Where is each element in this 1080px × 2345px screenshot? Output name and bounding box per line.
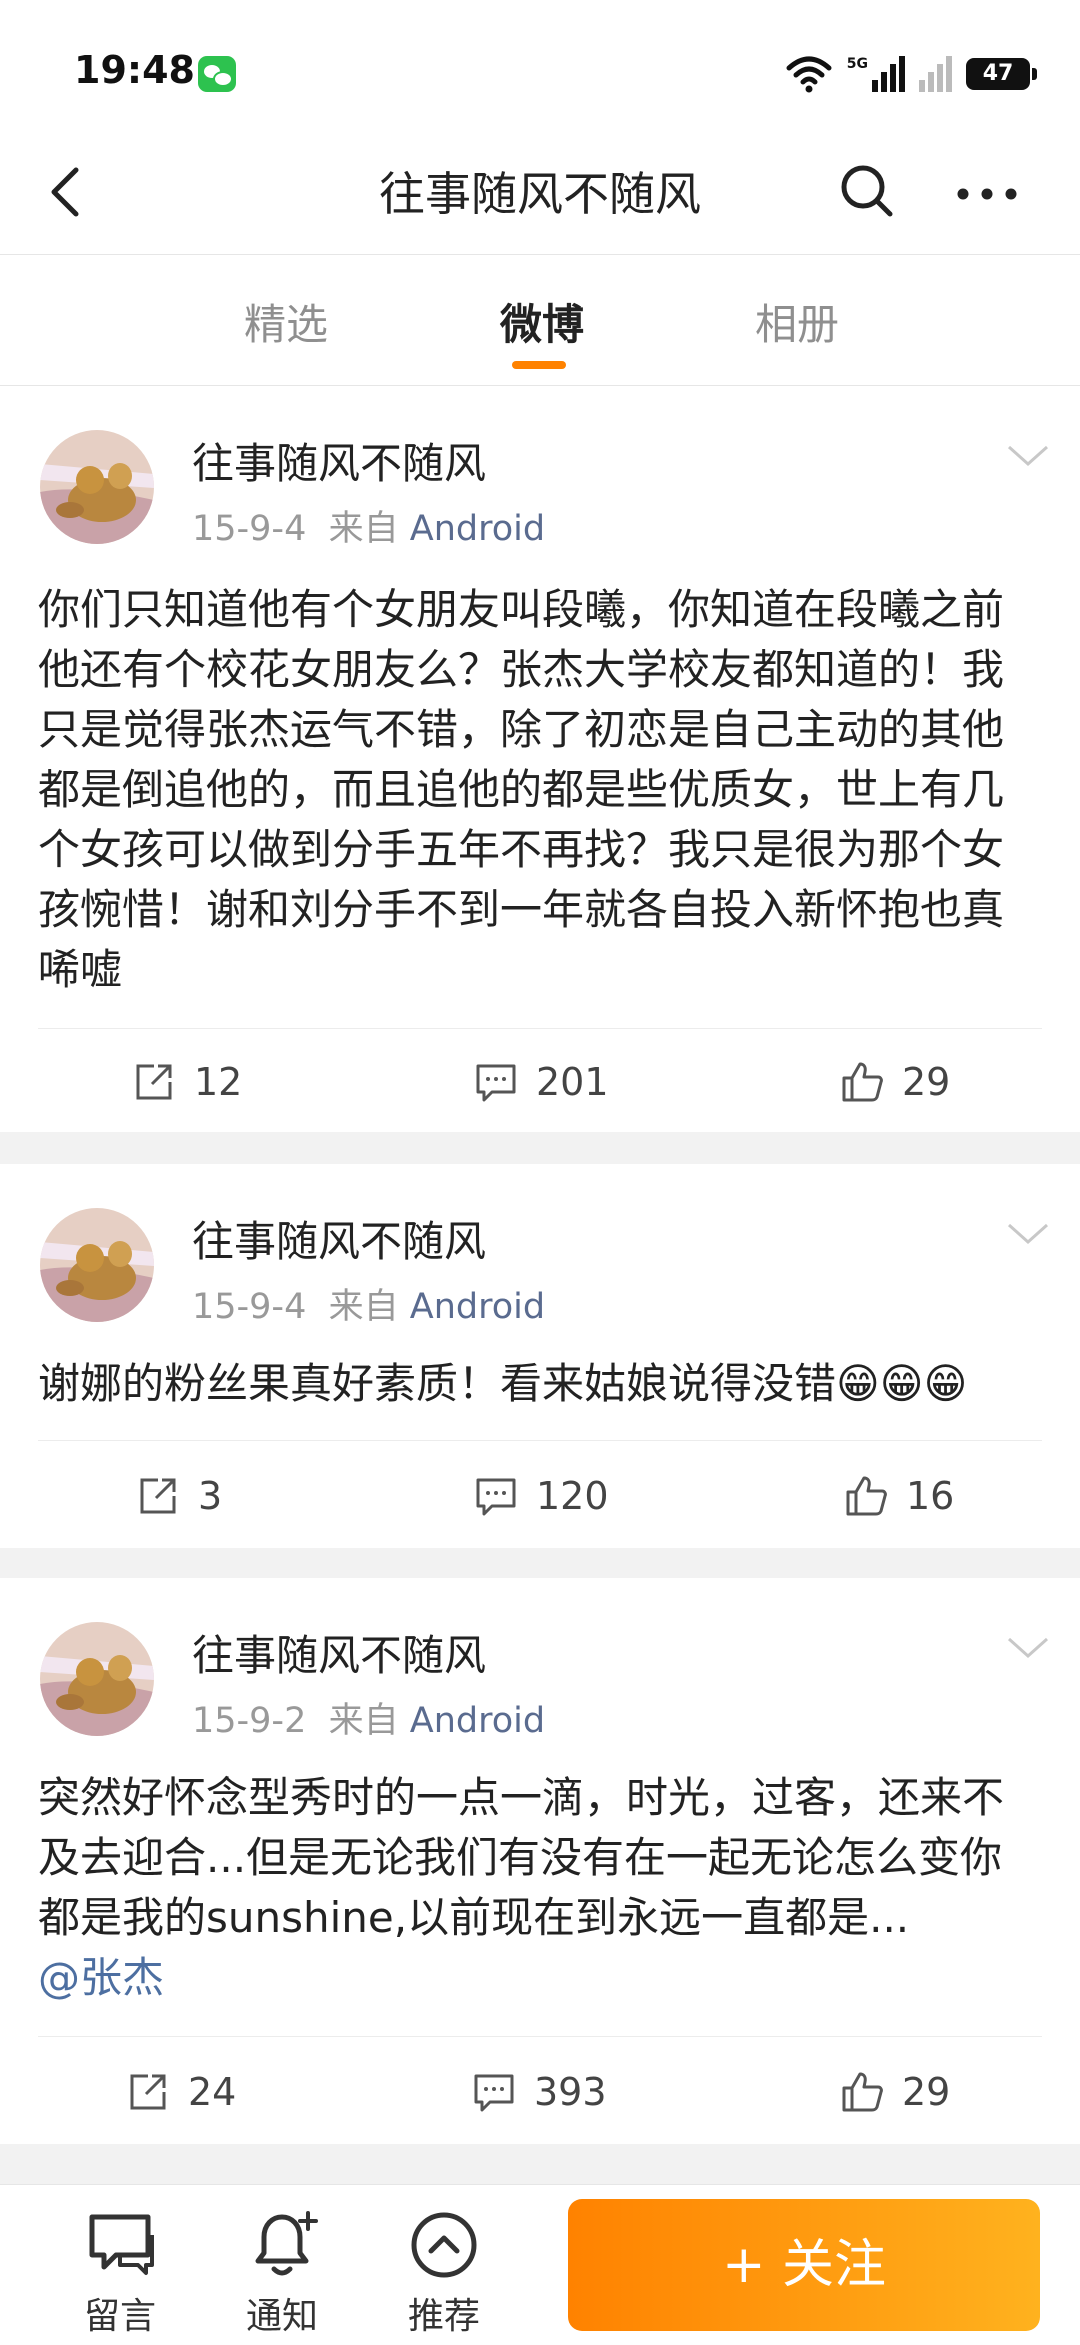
- comment-button[interactable]: 393: [472, 2070, 607, 2114]
- status-time: 19:48: [74, 48, 195, 92]
- notify-label: 通知: [245, 2296, 318, 2337]
- post-source: Android: [409, 509, 546, 549]
- recommend-button[interactable]: 推荐: [384, 2207, 504, 2339]
- wechat-notification-icon: [198, 56, 236, 92]
- bell-plus-icon: [255, 2211, 318, 2276]
- chevron-up-circle-icon: [411, 2212, 477, 2278]
- chevron-down-icon[interactable]: [1006, 1636, 1050, 1660]
- like-count: 29: [902, 2070, 951, 2114]
- comment-icon: [476, 1478, 516, 1516]
- comment-button[interactable]: 201: [474, 1060, 609, 1104]
- comment-count: 120: [536, 1474, 609, 1518]
- battery-icon: 47: [966, 58, 1037, 90]
- divider: [38, 1440, 1042, 1441]
- notify-button[interactable]: 通知: [222, 2207, 342, 2339]
- post-text-block: 突然好怀念型秀时的一点一滴，时光，过客，还来不及去迎合...但是无论我们有没有在…: [38, 1768, 1038, 2008]
- message-label: 留言: [83, 2296, 156, 2337]
- search-icon[interactable]: [836, 160, 898, 222]
- nav-header: 往事随风不随风: [0, 140, 1080, 254]
- post-source-prefix: 来自: [328, 509, 399, 549]
- post-card[interactable]: 往事随风不随风 15-9-4 来自 Android 你们只知道他有个女朋友叫段曦…: [0, 386, 1080, 1132]
- post-author[interactable]: 往事随风不随风: [192, 1622, 486, 1683]
- post-meta: 15-9-4 来自 Android: [192, 1278, 545, 1329]
- comment-icon: [474, 2074, 514, 2112]
- thumbs-up-icon: [846, 1476, 887, 1516]
- tab-album[interactable]: 相册: [755, 291, 839, 352]
- divider: [38, 1028, 1042, 1029]
- thumbs-up-icon: [842, 1062, 883, 1102]
- repost-count: 24: [188, 2070, 237, 2114]
- repost-button[interactable]: 3: [136, 1474, 222, 1518]
- post-text: 你们只知道他有个女朋友叫段曦，你知道在段曦之前他还有个校花女朋友么？张杰大学校友…: [38, 585, 1005, 994]
- post-text: 突然好怀念型秀时的一点一滴，时光，过客，还来不及去迎合...但是无论我们有没有在…: [38, 1773, 1005, 1942]
- active-tab-indicator: [512, 361, 566, 369]
- post-author[interactable]: 往事随风不随风: [192, 1208, 486, 1269]
- avatar[interactable]: [40, 1622, 154, 1736]
- post-source: Android: [409, 1701, 546, 1741]
- message-icon: [89, 2214, 154, 2275]
- repost-count: 12: [194, 1060, 243, 1104]
- recommend-label: 推荐: [407, 2296, 480, 2337]
- signal-icon: [872, 56, 905, 92]
- wifi-icon: [786, 56, 832, 93]
- post-source-prefix: 来自: [328, 1701, 399, 1741]
- avatar[interactable]: [40, 1208, 154, 1322]
- repost-icon: [136, 1064, 172, 1100]
- post-meta: 15-9-4 来自 Android: [192, 500, 545, 551]
- bottom-action-bar: 留言 通知 推荐 + 关注: [0, 2184, 1080, 2345]
- repost-count: 3: [198, 1474, 223, 1518]
- repost-icon: [130, 2074, 166, 2110]
- more-options-icon[interactable]: [952, 164, 1022, 224]
- post-source-prefix: 来自: [328, 1287, 399, 1327]
- post-text: 谢娜的粉丝果真好素质！看来姑娘说得没错😁😁😁: [38, 1359, 968, 1408]
- post-date: 15-9-4: [192, 509, 307, 549]
- post-source: Android: [409, 1287, 546, 1327]
- chevron-down-icon[interactable]: [1006, 444, 1050, 468]
- post-date: 15-9-4: [192, 1287, 307, 1327]
- tab-featured[interactable]: 精选: [244, 291, 328, 352]
- comment-icon: [476, 1064, 516, 1102]
- post-card[interactable]: 往事随风不随风 15-9-2 来自 Android 突然好怀念型秀时的一点一滴，…: [0, 1578, 1080, 2144]
- repost-icon: [140, 1478, 176, 1514]
- comment-button[interactable]: 120: [474, 1474, 609, 1518]
- divider: [38, 2036, 1042, 2037]
- repost-button[interactable]: 24: [126, 2070, 236, 2114]
- thumbs-up-icon: [842, 2072, 883, 2112]
- tab-weibo[interactable]: 微博: [500, 291, 584, 352]
- network-type: 5G: [846, 56, 868, 72]
- post-card[interactable]: 往事随风不随风 15-9-4 来自 Android 谢娜的粉丝果真好素质！看来姑…: [0, 1164, 1080, 1548]
- post-author[interactable]: 往事随风不随风: [192, 430, 486, 491]
- comment-count: 393: [534, 2070, 607, 2114]
- like-button[interactable]: 16: [844, 1474, 954, 1518]
- chevron-down-icon[interactable]: [1006, 1222, 1050, 1246]
- status-bar: 19:48 5G 47: [0, 0, 1080, 140]
- like-button[interactable]: 29: [840, 1060, 950, 1104]
- mention-link[interactable]: @张杰: [38, 1953, 164, 2002]
- post-meta: 15-9-2 来自 Android: [192, 1692, 545, 1743]
- profile-tabs: 精选 微博 相册: [0, 254, 1080, 386]
- page-title: 往事随风不随风: [379, 167, 701, 221]
- post-date: 15-9-2: [192, 1701, 307, 1741]
- like-count: 29: [902, 1060, 951, 1104]
- like-button[interactable]: 29: [840, 2070, 950, 2114]
- signal-icon-secondary: [919, 56, 952, 92]
- message-button[interactable]: 留言: [60, 2207, 180, 2339]
- avatar[interactable]: [40, 430, 154, 544]
- battery-level: 47: [982, 61, 1014, 86]
- status-indicators: 5G 47: [785, 54, 1037, 94]
- like-count: 16: [906, 1474, 955, 1518]
- repost-button[interactable]: 12: [132, 1060, 242, 1104]
- follow-button[interactable]: + 关注: [568, 2199, 1040, 2331]
- comment-count: 201: [536, 1060, 609, 1104]
